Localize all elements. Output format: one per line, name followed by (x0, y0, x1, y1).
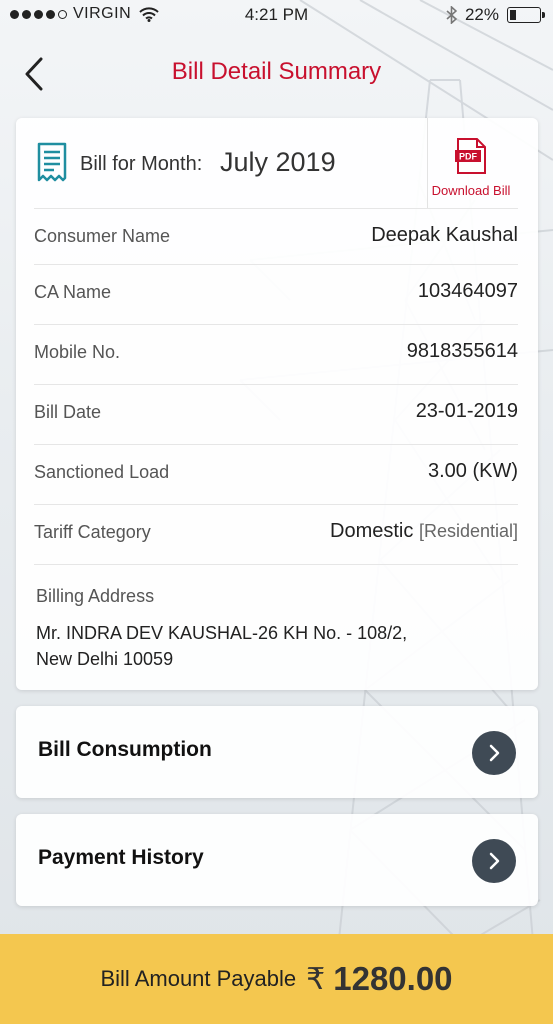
rupee-icon: ₹ (306, 962, 326, 996)
address-divider (34, 564, 518, 565)
billing-address-label: Billing Address (36, 586, 155, 606)
chevron-right-icon[interactable] (472, 839, 516, 883)
detail-row-sanctioned-load: Sanctioned Load 3.00 (KW) (34, 444, 518, 504)
bill-amount-footer: Bill Amount Payable ₹ 1280.00 (0, 934, 553, 1024)
download-bill-button[interactable]: PDF Download Bill (421, 138, 521, 198)
detail-value-group: Domestic [Residential] (330, 520, 518, 543)
detail-value: 9818355614 (406, 340, 518, 362)
detail-value: 103464097 (417, 280, 518, 302)
bill-consumption-card[interactable]: Bill Consumption (16, 706, 538, 798)
billing-address-line2: New Delhi 10059 (36, 649, 174, 669)
nav-bar: Bill Detail Summary (0, 44, 553, 104)
billing-address-line1: Mr. INDRA DEV KAUSHAL-26 KH No. - 108/2, (36, 623, 408, 643)
detail-label: CA Name (34, 282, 112, 302)
detail-value: Deepak Kaushal (371, 224, 518, 246)
receipt-icon (37, 142, 67, 182)
bill-detail-card: Bill for Month: July 2019 PDF Download B… (16, 118, 538, 690)
bluetooth-icon (446, 6, 457, 24)
tariff-category-value: Domestic (330, 520, 414, 542)
detail-label: Mobile No. (34, 342, 121, 362)
battery-level (510, 10, 517, 20)
pdf-icon: PDF (455, 138, 486, 174)
chevron-right-icon[interactable] (472, 731, 516, 775)
detail-label: Tariff Category (34, 522, 151, 542)
download-bill-label: Download Bill (431, 183, 511, 198)
bill-consumption-label: Bill Consumption (38, 738, 212, 761)
bill-header: Bill for Month: July 2019 PDF Download B… (16, 118, 538, 208)
bill-amount-label: Bill Amount Payable (100, 966, 297, 991)
status-right: 22% (446, 5, 545, 25)
bill-amount-value: 1280.00 (333, 960, 453, 997)
battery-icon (507, 7, 545, 23)
detail-value: 3.00 (KW) (427, 460, 518, 482)
detail-row-mobile: Mobile No. 9818355614 (34, 324, 518, 384)
detail-row-consumer-name: Consumer Name Deepak Kaushal (34, 208, 518, 268)
detail-row-ca-name: CA Name 103464097 (34, 264, 518, 324)
tariff-subcategory-value: [Residential] (418, 521, 518, 541)
status-bar: VIRGIN 4:21 PM 22% (0, 0, 553, 32)
detail-row-bill-date: Bill Date 23-01-2019 (34, 384, 518, 444)
detail-label: Bill Date (34, 402, 102, 422)
bill-month-value: July 2019 (220, 147, 336, 177)
detail-row-tariff-category: Tariff Category Domestic [Residential] (34, 504, 518, 564)
bill-month-label: Bill for Month: (80, 153, 203, 175)
payment-history-card[interactable]: Payment History (16, 814, 538, 906)
battery-percent: 22% (464, 5, 499, 24)
payment-history-label: Payment History (38, 846, 204, 869)
pdf-badge-text: PDF (459, 152, 478, 162)
detail-label: Consumer Name (34, 226, 171, 246)
billing-address-value: Mr. INDRA DEV KAUSHAL-26 KH No. - 108/2,… (36, 620, 496, 672)
detail-value: 23-01-2019 (415, 400, 518, 422)
page-title: Bill Detail Summary (171, 58, 382, 85)
detail-label: Sanctioned Load (34, 462, 170, 482)
